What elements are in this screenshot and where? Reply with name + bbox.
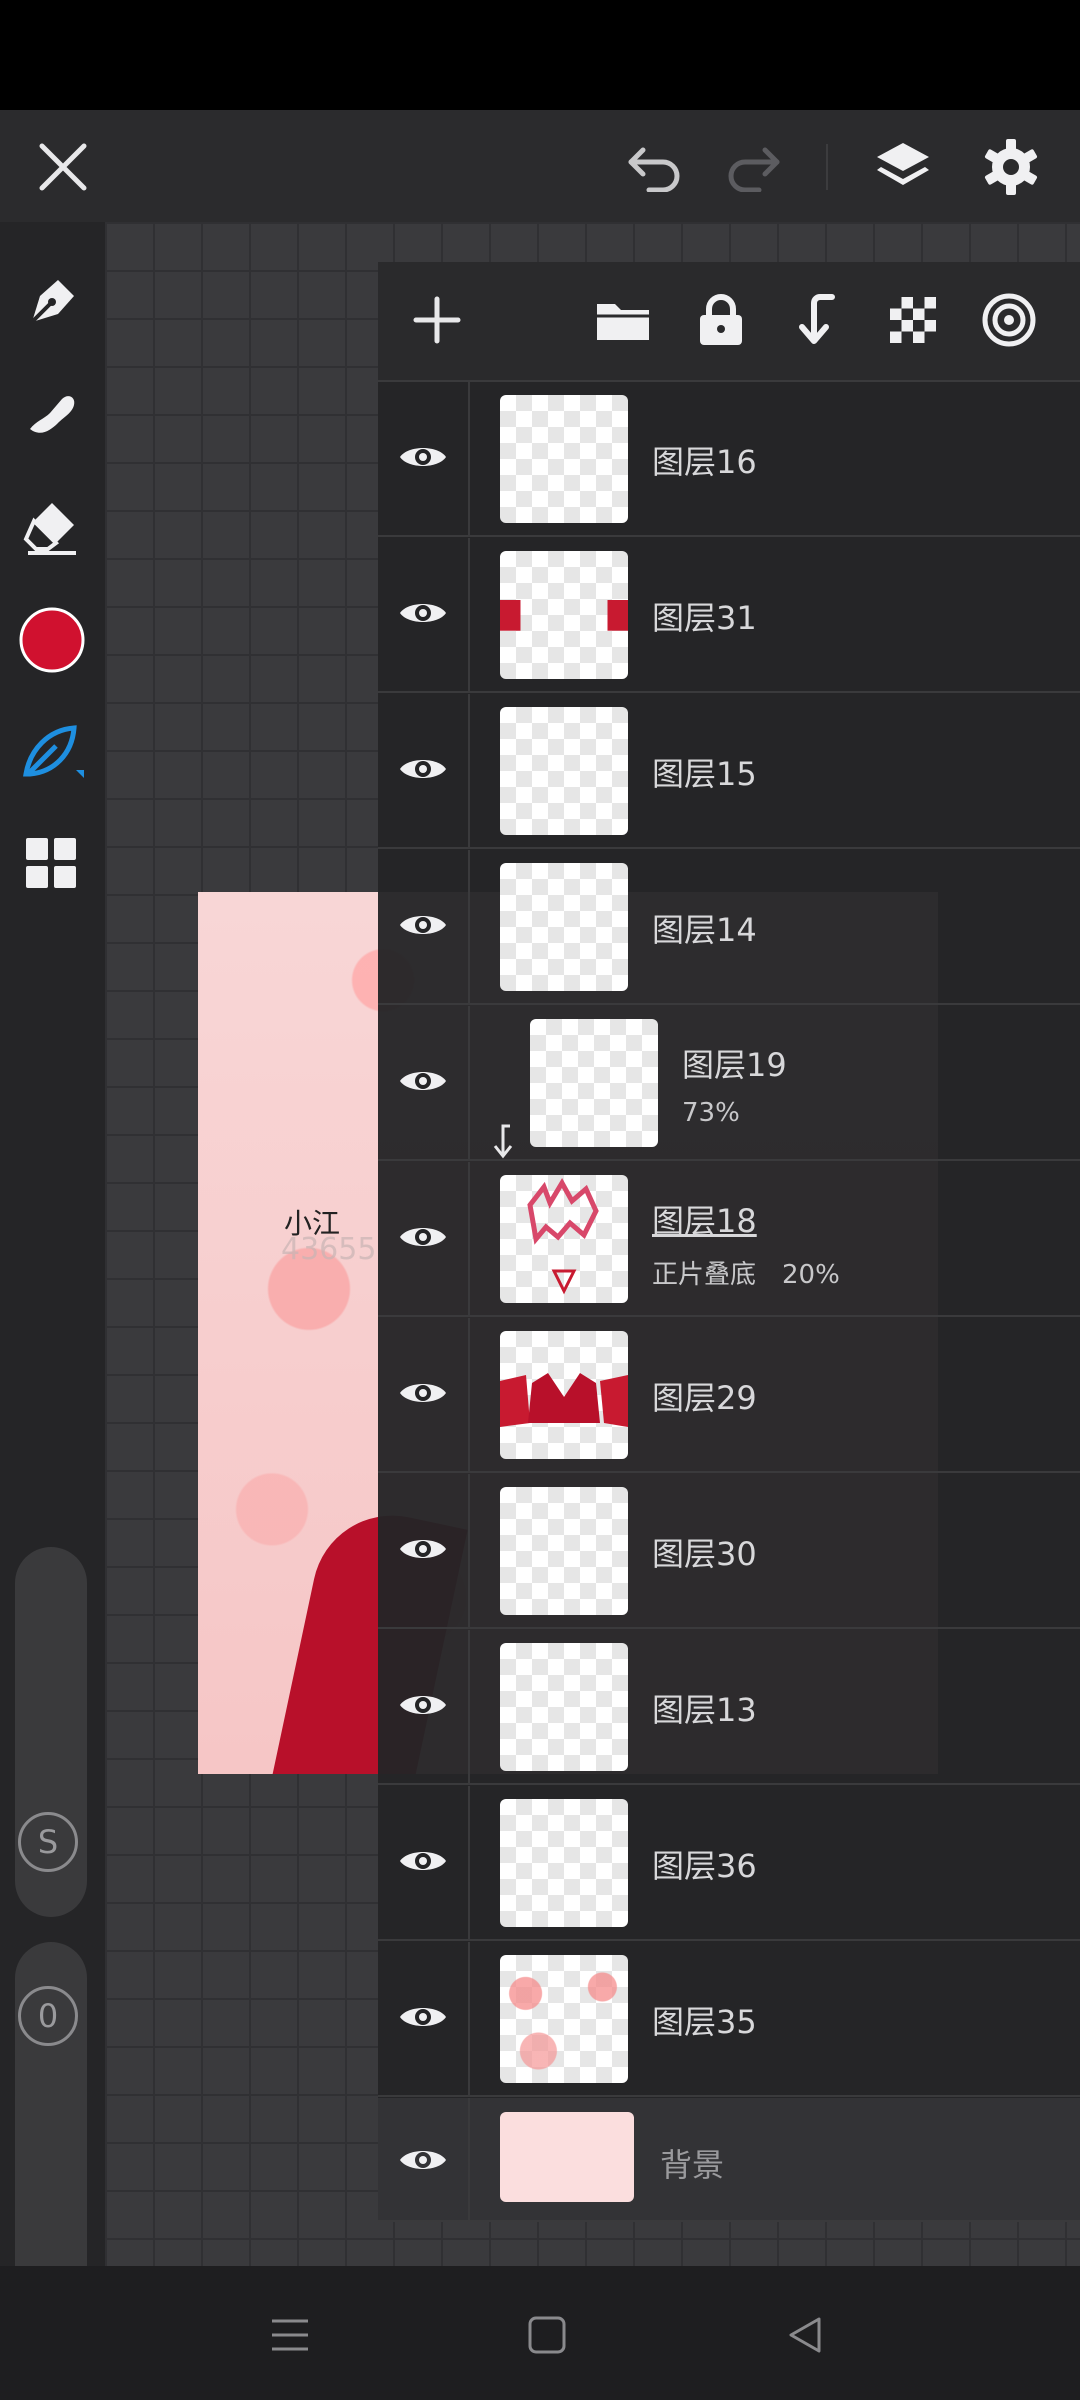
visibility-eye-icon[interactable] bbox=[398, 1373, 448, 1413]
visibility-eye-icon[interactable] bbox=[398, 1997, 448, 2037]
layer-opacity: 20% bbox=[782, 1260, 840, 1290]
menu-icon[interactable] bbox=[265, 2310, 315, 2360]
layer-opacity: 73% bbox=[682, 1098, 740, 1128]
visibility-eye-icon[interactable] bbox=[398, 1841, 448, 1881]
row-divider bbox=[468, 1786, 470, 1939]
row-divider bbox=[468, 538, 470, 691]
grid-icon[interactable] bbox=[17, 829, 87, 899]
color-swatch[interactable] bbox=[17, 605, 87, 675]
folder-icon[interactable] bbox=[590, 287, 656, 353]
row-divider bbox=[468, 1474, 470, 1627]
undo-icon[interactable] bbox=[620, 132, 690, 202]
layer-row[interactable]: 图层16 bbox=[378, 382, 1080, 537]
row-divider bbox=[468, 382, 470, 535]
layer-thumbnail bbox=[500, 1799, 628, 1927]
background-layer-row[interactable]: 背景 bbox=[378, 2098, 1080, 2222]
row-divider bbox=[468, 850, 470, 1003]
smudge-icon[interactable] bbox=[17, 380, 87, 450]
layer-thumbnail bbox=[500, 1331, 628, 1459]
top-toolbar bbox=[0, 110, 1080, 222]
layer-row[interactable]: 图层15 bbox=[378, 694, 1080, 849]
row-divider bbox=[468, 1942, 470, 2095]
layer-name: 图层30 bbox=[652, 1535, 757, 1573]
visibility-eye-icon[interactable] bbox=[398, 1217, 448, 1257]
layer-name: 图层15 bbox=[652, 755, 757, 793]
back-icon[interactable] bbox=[780, 2310, 830, 2360]
add-icon[interactable] bbox=[404, 287, 470, 353]
layer-name: 图层19 bbox=[682, 1046, 787, 1084]
brush-leaf-icon[interactable] bbox=[17, 717, 87, 787]
opacity-badge: 0 bbox=[18, 1986, 78, 2046]
brush-size-badge: S bbox=[18, 1812, 78, 1872]
toolbar-divider bbox=[826, 144, 828, 190]
clipping-arrow-icon bbox=[490, 1124, 516, 1160]
visibility-eye-icon[interactable] bbox=[398, 1529, 448, 1569]
layer-name: 图层29 bbox=[652, 1379, 757, 1417]
lock-icon[interactable] bbox=[688, 287, 754, 353]
layer-row[interactable]: 图层30 bbox=[378, 1474, 1080, 1629]
blend-mode: 正片叠底 bbox=[652, 1260, 757, 1290]
layer-row[interactable]: 图层31 bbox=[378, 538, 1080, 693]
left-toolbar: S 0 bbox=[0, 222, 105, 2347]
layer-thumbnail bbox=[500, 863, 628, 991]
layer-name: 图层13 bbox=[652, 1691, 757, 1729]
row-divider bbox=[468, 1006, 470, 1159]
layer-row[interactable]: 图层36 bbox=[378, 1786, 1080, 1941]
redo-icon[interactable] bbox=[718, 132, 788, 202]
merge-down-icon[interactable] bbox=[784, 287, 850, 353]
status-bar bbox=[0, 0, 1080, 110]
artwork-id-text: 43655 bbox=[281, 1232, 377, 1267]
layer-thumbnail bbox=[500, 395, 628, 523]
row-divider bbox=[468, 2098, 470, 2220]
home-icon[interactable] bbox=[522, 2310, 572, 2360]
transparency-icon[interactable] bbox=[880, 287, 946, 353]
layer-name: 图层18 bbox=[652, 1202, 757, 1240]
layer-row-clipped[interactable]: 图层19 73% bbox=[378, 1006, 1080, 1161]
layer-thumbnail bbox=[500, 707, 628, 835]
row-divider bbox=[468, 1318, 470, 1471]
layer-row[interactable]: 图层29 bbox=[378, 1318, 1080, 1473]
visibility-eye-icon[interactable] bbox=[398, 1061, 448, 1101]
row-divider bbox=[468, 1162, 470, 1315]
layers-panel: 图层16 图层31 图层15 图层14 图层19 73% 图层18 正片叠底 2… bbox=[378, 262, 1080, 2222]
layer-thumbnail bbox=[500, 551, 628, 679]
layer-row[interactable]: 图层13 bbox=[378, 1630, 1080, 1785]
layer-blend-icon[interactable] bbox=[976, 287, 1042, 353]
eraser-icon[interactable] bbox=[17, 492, 87, 562]
visibility-eye-icon[interactable] bbox=[398, 905, 448, 945]
visibility-eye-icon[interactable] bbox=[398, 593, 448, 633]
settings-icon[interactable] bbox=[976, 132, 1046, 202]
layer-blend-info: 正片叠底 20% bbox=[652, 1254, 840, 1291]
layer-thumbnail bbox=[500, 1175, 628, 1303]
layer-name: 图层35 bbox=[652, 2003, 757, 2041]
layers-toolbar bbox=[378, 262, 1080, 382]
visibility-eye-icon[interactable] bbox=[398, 1685, 448, 1725]
layer-thumbnail bbox=[530, 1019, 658, 1147]
visibility-eye-icon[interactable] bbox=[398, 749, 448, 789]
layer-thumbnail bbox=[500, 1643, 628, 1771]
layer-name: 图层36 bbox=[652, 1847, 757, 1885]
layer-thumbnail bbox=[500, 1955, 628, 2083]
layer-thumbnail bbox=[500, 1487, 628, 1615]
system-nav-bar bbox=[0, 2266, 1080, 2400]
layer-name: 图层14 bbox=[652, 911, 757, 949]
layer-row[interactable]: 图层14 bbox=[378, 850, 1080, 1005]
layers-icon[interactable] bbox=[868, 132, 938, 202]
background-layer-name: 背景 bbox=[660, 2146, 725, 2184]
pen-icon[interactable] bbox=[17, 267, 87, 337]
layer-row[interactable]: 图层35 bbox=[378, 1942, 1080, 2097]
row-divider bbox=[468, 694, 470, 847]
background-color-thumbnail[interactable] bbox=[500, 2112, 634, 2202]
row-divider bbox=[468, 1630, 470, 1783]
layer-row-selected[interactable]: 图层18 正片叠底 20% bbox=[378, 1162, 1080, 1317]
layer-name: 图层16 bbox=[652, 443, 757, 481]
visibility-eye-icon[interactable] bbox=[398, 437, 448, 477]
visibility-eye-icon[interactable] bbox=[398, 2140, 448, 2180]
layer-name: 图层31 bbox=[652, 599, 757, 637]
close-icon[interactable] bbox=[28, 132, 98, 202]
